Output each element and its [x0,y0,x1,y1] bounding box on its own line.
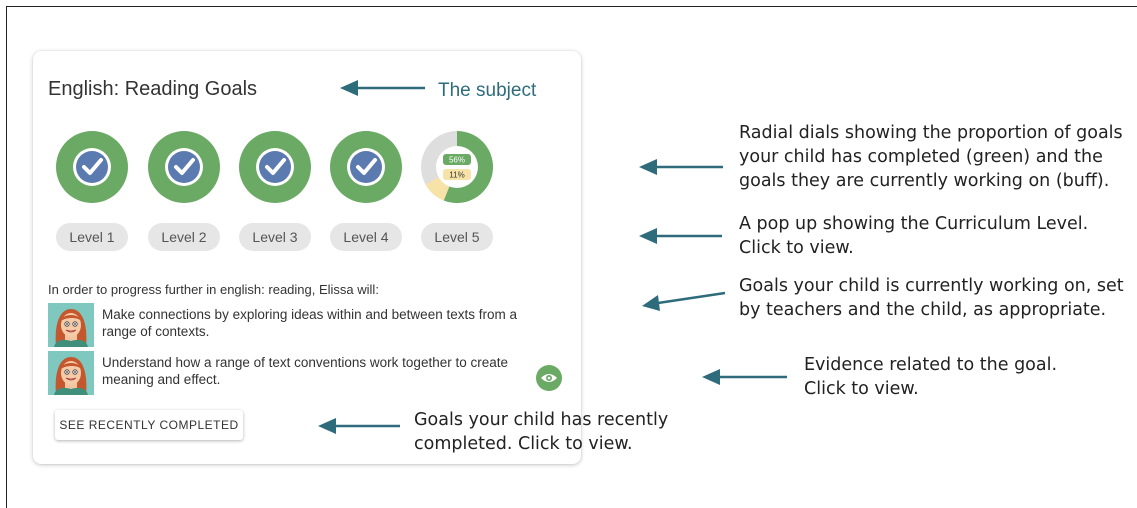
arrow-icon [318,418,400,434]
arrow-icon [639,228,722,244]
arrow-icon [340,80,425,96]
annotation-arrows [318,80,787,434]
arrow-icon [639,159,723,175]
arrow-icon [702,369,787,385]
arrow-icon [642,291,726,311]
